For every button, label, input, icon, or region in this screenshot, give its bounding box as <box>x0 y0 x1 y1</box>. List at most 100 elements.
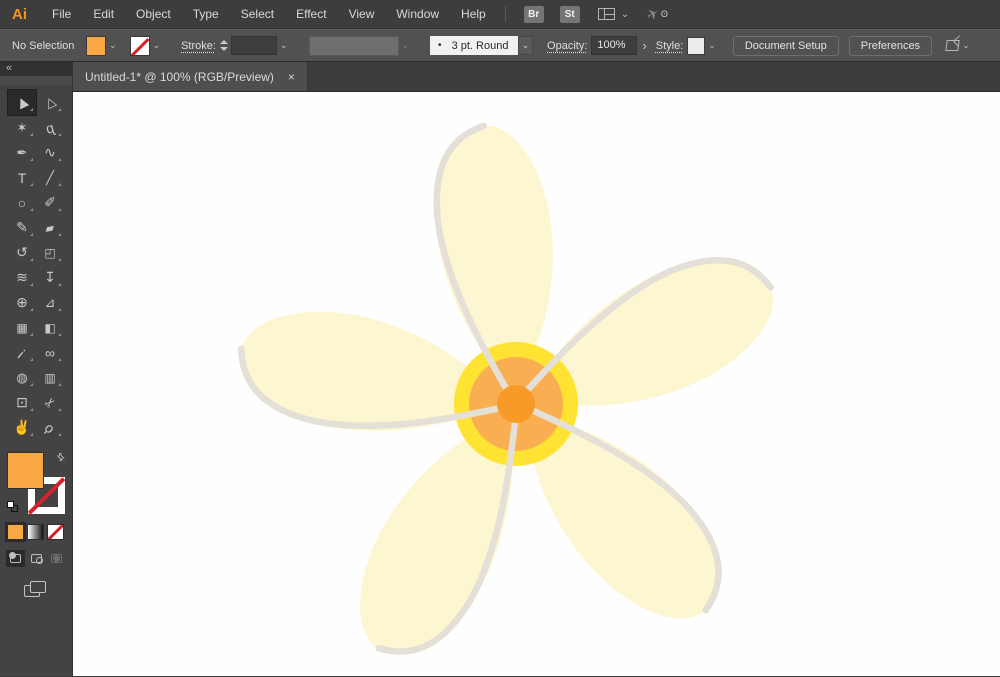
line-segment-tool[interactable]: ╱ <box>36 165 64 190</box>
opacity-label[interactable]: Opacity: <box>547 40 587 52</box>
tools-panel: « ▶ ▷ ✶ ɋ ✒ ∿T╱ ○ ✐ ✎ ▰ ↺ ◰ ≋ ↧ ⊕ ⊿▦◧¡ ∞ ◍ ▥⊡✂✌ ϙ ⇆ <box>0 62 73 676</box>
menu-item[interactable]: Select <box>230 7 285 21</box>
zoom-icon: ϙ <box>42 419 59 436</box>
magic-wand-tool[interactable]: ✶ <box>8 115 36 140</box>
drawing-mode-row <box>6 550 66 567</box>
pen-icon: ✒ <box>17 145 28 161</box>
preferences-button[interactable]: Preferences <box>849 36 932 56</box>
workspace-switcher-icon[interactable] <box>598 8 615 20</box>
main-menu: FileEditObjectTypeSelectEffectViewWindow… <box>41 7 497 21</box>
ellipse-tool[interactable]: ○ <box>8 190 36 215</box>
selection-status: No Selection <box>12 40 86 52</box>
column-graph-tool[interactable]: ▥ <box>36 365 64 390</box>
opacity-options-chevron[interactable]: › <box>637 38 651 53</box>
symbol-sprayer-icon: ◍ <box>16 370 27 386</box>
magic-wand-icon: ✶ <box>17 120 28 136</box>
document-tab[interactable]: Untitled-1* @ 100% (RGB/Preview) × <box>73 62 308 91</box>
gradient-mode-button[interactable] <box>27 524 44 540</box>
menu-item[interactable]: View <box>338 7 386 21</box>
hand-tool[interactable]: ✌ <box>8 415 36 440</box>
brush-panel-button[interactable]: Br <box>524 6 544 23</box>
document-tab-bar: Untitled-1* @ 100% (RGB/Preview) × <box>73 62 1000 92</box>
screen-mode-button[interactable] <box>24 581 48 599</box>
width-profile-dropdown[interactable] <box>309 36 399 56</box>
gpu-performance-icon[interactable]: ✈ ʘ <box>647 6 659 23</box>
shape-builder-icon: ⊕ <box>16 294 28 311</box>
align-options-icon[interactable] <box>945 40 960 51</box>
fill-swatch[interactable] <box>7 452 44 489</box>
document-setup-button[interactable]: Document Setup <box>733 36 839 56</box>
puppet-warp-icon: ↧ <box>44 269 56 286</box>
flower-artwork[interactable] <box>73 92 999 676</box>
fill-color-swatch[interactable] <box>86 36 106 56</box>
stroke-weight-label[interactable]: Stroke: <box>181 40 216 52</box>
eraser-icon: ▰ <box>44 220 56 235</box>
puppet-warp-tool[interactable]: ↧ <box>36 265 64 290</box>
swap-fill-stroke-icon[interactable]: ⇆ <box>53 451 67 465</box>
chevron-down-icon[interactable]: ⌄ <box>150 39 164 52</box>
width-tool[interactable]: ≋ <box>8 265 36 290</box>
menu-item[interactable]: Object <box>125 7 182 21</box>
eraser-tool[interactable]: ▰ <box>36 215 64 240</box>
draw-normal-button[interactable] <box>6 550 25 567</box>
menu-item[interactable]: Help <box>450 7 497 21</box>
paintbrush-tool[interactable]: ✐ <box>36 190 64 215</box>
direct-selection-tool-icon: ▷ <box>41 95 60 111</box>
color-mode-row <box>7 524 65 540</box>
chevron-down-icon[interactable]: ⌄ <box>106 39 120 52</box>
stroke-weight-stepper[interactable] <box>220 40 228 51</box>
lasso-tool[interactable]: ɋ <box>36 115 64 140</box>
default-fill-stroke-icon[interactable] <box>7 501 18 512</box>
tool-grid: ▶ ▷ ✶ ɋ ✒ ∿T╱ ○ ✐ ✎ ▰ ↺ ◰ ≋ ↧ ⊕ ⊿▦◧¡ ∞ ◍ ▥⊡✂✌ ϙ <box>0 90 72 440</box>
scale-icon: ◰ <box>44 246 55 260</box>
tab-close-icon[interactable]: × <box>288 70 295 84</box>
symbol-sprayer-tool[interactable]: ◍ <box>8 365 36 390</box>
lasso-icon: ɋ <box>44 119 56 136</box>
chevron-down-icon[interactable]: ⌄ <box>705 39 719 52</box>
artboard-canvas[interactable] <box>73 92 1000 676</box>
blend-tool[interactable]: ∞ <box>36 340 64 365</box>
blend-icon: ∞ <box>45 345 55 361</box>
style-label[interactable]: Style: <box>656 40 684 52</box>
stroke-color-swatch-none[interactable] <box>130 36 150 56</box>
eyedropper-tool[interactable]: ¡ <box>8 340 36 365</box>
perspective-grid-tool[interactable]: ⊿ <box>36 290 64 315</box>
tools-panel-grip[interactable] <box>0 76 72 85</box>
direct-selection-tool[interactable]: ▷ <box>36 90 64 115</box>
chevron-down-icon[interactable]: ⌄ <box>617 9 633 20</box>
slice-tool[interactable]: ✂ <box>36 390 64 415</box>
stroke-weight-input[interactable] <box>231 36 277 55</box>
color-mode-button[interactable] <box>7 524 24 540</box>
menu-item[interactable]: Type <box>182 7 230 21</box>
type-tool[interactable]: T <box>8 165 36 190</box>
mesh-tool[interactable]: ▦ <box>8 315 36 340</box>
curvature-tool[interactable]: ∿ <box>36 140 64 165</box>
brush-definition-dropdown[interactable]: • 3 pt. Round <box>430 36 518 55</box>
menu-bar: Ai FileEditObjectTypeSelectEffectViewWin… <box>0 0 1000 29</box>
shape-builder-tool[interactable]: ⊕ <box>8 290 36 315</box>
menu-item[interactable]: Window <box>385 7 450 21</box>
chevron-down-icon[interactable]: ⌄ <box>277 39 291 52</box>
pen-tool[interactable]: ✒ <box>8 140 36 165</box>
gradient-tool[interactable]: ◧ <box>36 315 64 340</box>
menu-item[interactable]: File <box>41 7 82 21</box>
menu-item[interactable]: Edit <box>82 7 125 21</box>
opacity-input[interactable]: 100% <box>591 36 637 55</box>
rotate-tool[interactable]: ↺ <box>8 240 36 265</box>
pencil-icon: ✎ <box>16 219 28 236</box>
brush-definition-chevron[interactable]: ⌄ <box>518 36 533 55</box>
selection-tool[interactable]: ▶ <box>8 90 36 115</box>
draw-behind-button[interactable] <box>27 550 46 567</box>
stroke-panel-button[interactable]: St <box>560 6 580 23</box>
ellipse-icon: ○ <box>18 195 26 211</box>
style-swatch[interactable] <box>687 37 705 55</box>
scale-tool[interactable]: ◰ <box>36 240 64 265</box>
zoom-tool[interactable]: ϙ <box>36 415 64 440</box>
artboard-tool[interactable]: ⊡ <box>8 390 36 415</box>
pencil-tool[interactable]: ✎ <box>8 215 36 240</box>
draw-inside-button[interactable] <box>47 550 66 567</box>
menu-item[interactable]: Effect <box>285 7 337 21</box>
none-mode-button[interactable] <box>47 524 64 540</box>
document-tab-title: Untitled-1* @ 100% (RGB/Preview) <box>85 70 274 84</box>
tools-panel-collapse[interactable]: « <box>0 62 72 76</box>
